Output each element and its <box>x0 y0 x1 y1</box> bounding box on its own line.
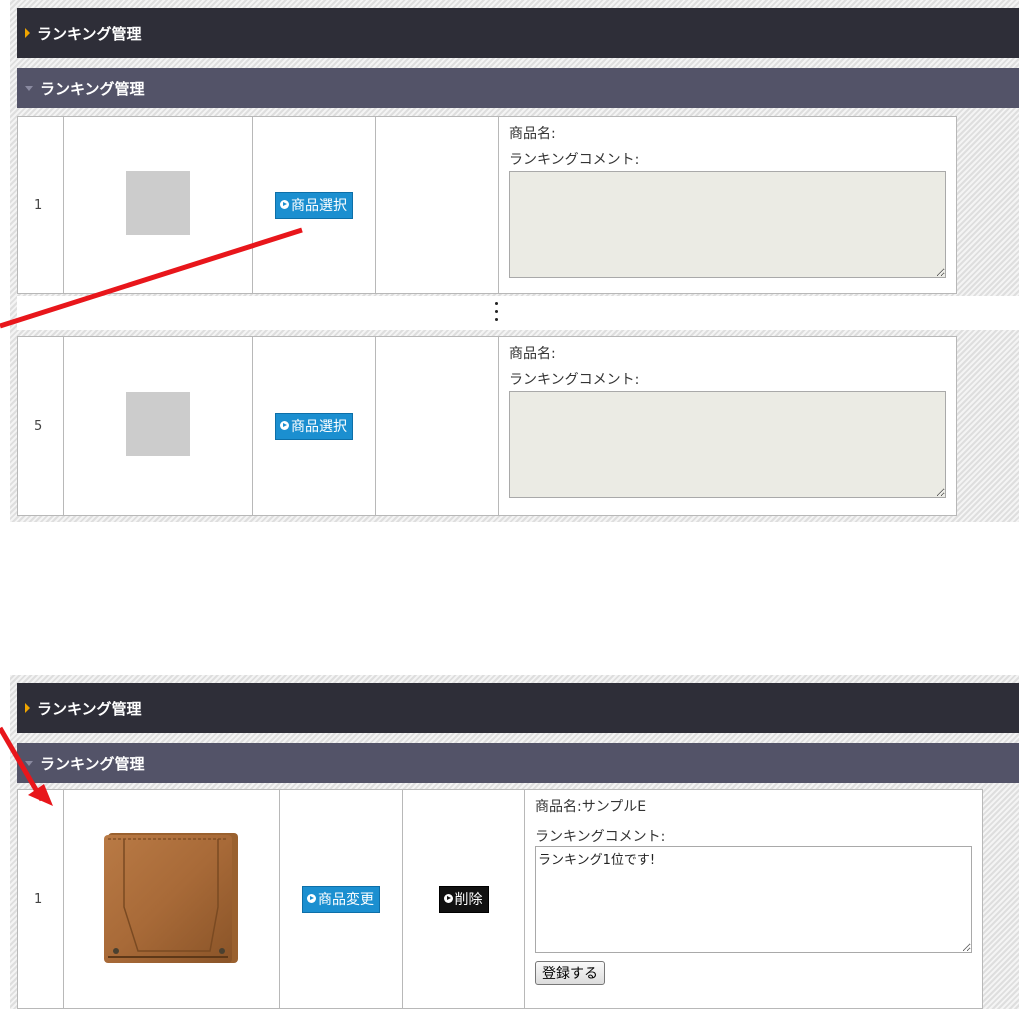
sub-header-title: ランキング管理 <box>40 754 145 773</box>
sub-header[interactable]: ランキング管理 <box>17 68 1019 108</box>
section-arrow-icon <box>25 703 30 713</box>
change-product-label: 商品変更 <box>318 891 374 908</box>
delete-label: 削除 <box>454 891 483 908</box>
ranking-comment-label: ランキングコメント: <box>509 372 640 388</box>
register-button[interactable]: 登録する <box>535 961 605 985</box>
table-row: 1 商品変更 削除 商品名:サンプルE ランキングコメント: ランキング1位です… <box>17 789 983 1009</box>
section-header: ランキング管理 <box>17 683 1019 733</box>
delete-button[interactable]: 削除 <box>438 885 489 913</box>
section-header: ランキング管理 <box>17 8 1019 58</box>
sub-header-title: ランキング管理 <box>40 79 145 98</box>
ranking-comment-textarea[interactable] <box>509 391 946 498</box>
table-row: 5 商品選択 商品名: ランキングコメント: <box>17 336 957 516</box>
ranking-comment-textarea[interactable]: ランキング1位です! <box>535 846 972 953</box>
ranking-table-row-1-filled: 1 商品変更 削除 商品名:サンプルE ランキングコメント: ランキング1位です… <box>17 789 983 1009</box>
sub-header[interactable]: ランキング管理 <box>17 743 1019 783</box>
ranking-panel-before: ランキング管理 ランキング管理 1 商品選択 商品名: ランキングコメント: 5… <box>10 0 1019 522</box>
select-product-button[interactable]: 商品選択 <box>275 412 353 440</box>
select-product-label: 商品選択 <box>291 418 347 435</box>
ranking-comment-textarea[interactable] <box>509 171 946 278</box>
section-arrow-icon <box>25 28 30 38</box>
ranking-table-row-1: 1 商品選択 商品名: ランキングコメント: <box>17 116 957 294</box>
ranking-comment-label: ランキングコメント: <box>535 829 666 845</box>
product-name-label: 商品名: <box>509 346 556 362</box>
table-row: 1 商品選択 商品名: ランキングコメント: <box>17 116 957 294</box>
collapse-arrow-icon <box>25 760 33 766</box>
product-image-placeholder <box>126 392 190 456</box>
rank-number: 5 <box>17 336 64 516</box>
ranking-comment-label: ランキングコメント: <box>509 152 640 168</box>
ranking-table-row-5: 5 商品選択 商品名: ランキングコメント: <box>17 336 957 516</box>
rank-number: 1 <box>17 116 64 294</box>
change-product-button[interactable]: 商品変更 <box>302 885 380 913</box>
ranking-panel-after: ランキング管理 ランキング管理 1 商品変更 削除 商品名:サンプルE ランキン… <box>10 675 1019 1009</box>
select-product-label: 商品選択 <box>291 197 347 214</box>
section-header-title: ランキング管理 <box>37 24 142 43</box>
product-thumbnail-wallet <box>103 833 238 963</box>
collapse-arrow-icon <box>25 85 33 91</box>
play-circle-icon <box>443 894 453 903</box>
product-image-placeholder <box>126 171 190 235</box>
play-circle-icon <box>307 894 316 903</box>
section-header-title: ランキング管理 <box>37 699 142 718</box>
play-circle-icon <box>280 200 289 209</box>
rank-number: 1 <box>17 789 64 1009</box>
product-name-label: 商品名: <box>509 126 556 142</box>
rows-gap <box>17 296 1019 330</box>
vertical-ellipsis <box>495 302 499 326</box>
select-product-button[interactable]: 商品選択 <box>275 191 353 219</box>
play-circle-icon <box>280 421 289 430</box>
product-name: 商品名:サンプルE <box>535 799 647 815</box>
